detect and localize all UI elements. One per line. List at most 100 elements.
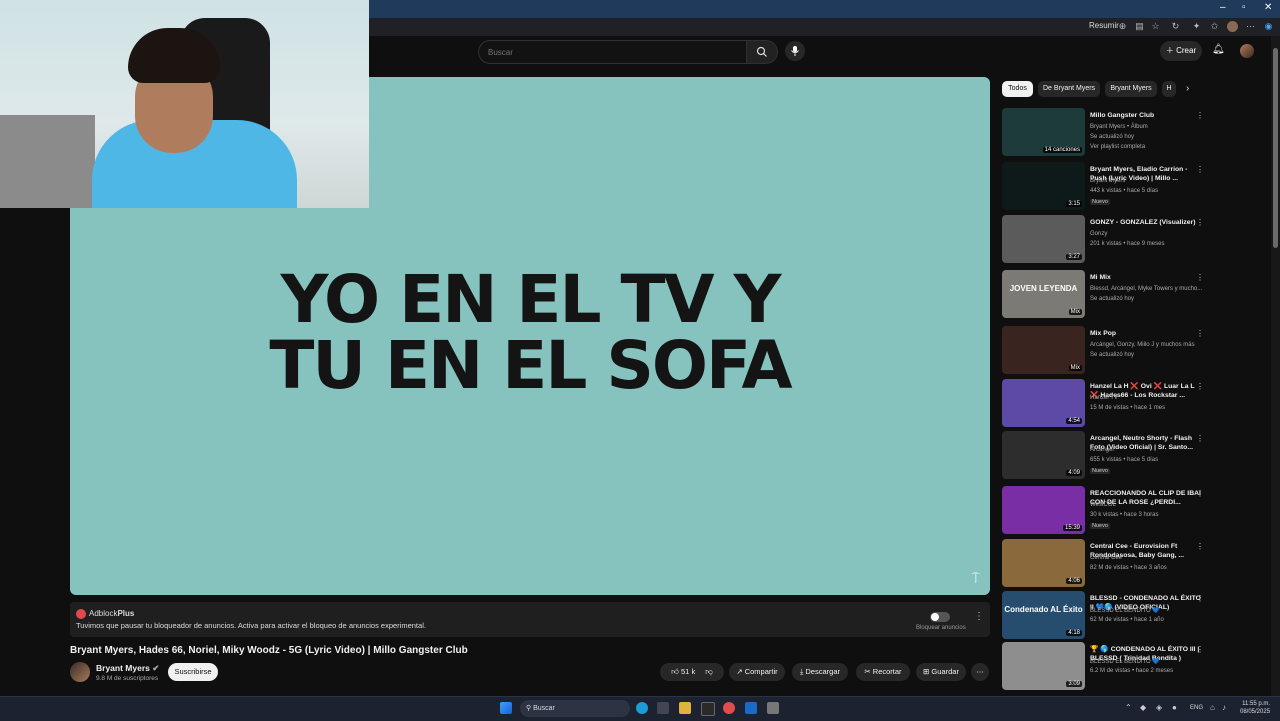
list-item[interactable]: JOVEN LEYENDA Mix Mi Mix Blessd, Arcángel, …: [1002, 270, 1212, 322]
steam-icon[interactable]: [745, 702, 757, 714]
item-more-icon[interactable]: ⋮: [1196, 329, 1204, 338]
share-button[interactable]: ↗ Compartir: [729, 663, 785, 681]
create-button[interactable]: ＋ Crear: [1160, 41, 1202, 61]
minimize-icon[interactable]: –: [1220, 2, 1226, 13]
download-button[interactable]: ⤓ Descargar: [792, 663, 848, 681]
video-thumbnail[interactable]: 3:27: [1002, 215, 1085, 263]
item-channel[interactable]: Central Cee: [1090, 555, 1122, 561]
chip-de-bryant-myers[interactable]: De Bryant Myers: [1038, 81, 1100, 97]
tray-mic-icon[interactable]: ●: [1172, 703, 1177, 712]
channel-name[interactable]: Bryant Myers ✔: [96, 663, 159, 674]
tray-shield-icon[interactable]: ◈: [1156, 703, 1162, 712]
taskbar-search[interactable]: ⚲ Buscar: [520, 700, 630, 717]
chevron-right-icon[interactable]: ›: [1186, 83, 1189, 94]
video-thumbnail[interactable]: 4:06: [1002, 539, 1085, 587]
view-full-playlist-link[interactable]: Ver playlist completa: [1090, 144, 1145, 150]
summarize-button[interactable]: Resumir: [1089, 21, 1119, 30]
list-item[interactable]: Condenado AL Éxito 4:18 BLESSD - CONDENADO…: [1002, 591, 1212, 643]
favorites-icon[interactable]: ✩: [1209, 21, 1220, 32]
item-title[interactable]: Mi Mix: [1090, 273, 1202, 282]
page-scrollbar[interactable]: [1271, 36, 1280, 696]
item-channel[interactable]: Hanzel TV: [1090, 395, 1118, 401]
item-channel[interactable]: BLESSD EL BENDITO 💙: [1090, 658, 1160, 665]
windows-start-icon[interactable]: [500, 702, 512, 714]
search-input[interactable]: [486, 47, 730, 58]
like-button[interactable]: 👍︎ 51 k: [671, 667, 695, 676]
channel-avatar[interactable]: [70, 662, 90, 682]
item-more-icon[interactable]: ⋮: [1196, 165, 1204, 174]
save-button[interactable]: ⊞ Guardar: [916, 663, 966, 681]
edge-icon[interactable]: [636, 702, 648, 714]
copilot-icon[interactable]: ◉: [1263, 21, 1274, 32]
list-item[interactable]: 3:09 🏆 🌎 CONDENADO AL ÉXITO III | BLESSD …: [1002, 642, 1212, 694]
clip-button[interactable]: ✂ Recortar: [856, 663, 910, 681]
close-icon[interactable]: ✕: [1264, 2, 1272, 13]
video-thumbnail[interactable]: Condenado AL Éxito 4:18: [1002, 591, 1085, 639]
item-more-icon[interactable]: ⋮: [1196, 594, 1204, 603]
translate-icon[interactable]: ⊕: [1117, 21, 1128, 32]
item-more-icon[interactable]: ⋮: [1196, 382, 1204, 391]
item-more-icon[interactable]: ⋮: [1196, 434, 1204, 443]
clock[interactable]: 11:55 p.m. 08/05/2025: [1240, 700, 1270, 716]
list-item[interactable]: 4:09 Arcangel, Neutro Shorty - Flash Foto…: [1002, 431, 1212, 483]
item-channel[interactable]: Bryant Myers • Álbum: [1090, 124, 1148, 130]
list-item[interactable]: 4:54 Hanzel La H ❌ Ovi ❌ Luar La L ❌ Hade…: [1002, 379, 1212, 431]
scrollbar-thumb[interactable]: [1273, 48, 1278, 248]
video-thumbnail[interactable]: 3:09: [1002, 642, 1085, 690]
tray-chevron-icon[interactable]: ⌃: [1125, 703, 1132, 712]
item-channel[interactable]: Gonzy: [1090, 231, 1107, 237]
item-more-icon[interactable]: ⋮: [1196, 645, 1204, 654]
list-item[interactable]: 14 canciones Millo Gangster Club Bryant My…: [1002, 108, 1212, 160]
list-item[interactable]: 15:39 REACCIONANDO AL CLIP DE IBAI CON DE…: [1002, 486, 1212, 538]
volume-icon[interactable]: ♪: [1222, 703, 1226, 712]
item-channel[interactable]: BLESSD EL BENDITO 💙: [1090, 607, 1160, 614]
file-explorer-icon[interactable]: [679, 702, 691, 714]
video-thumbnail[interactable]: 3:15: [1002, 162, 1085, 210]
item-more-icon[interactable]: ⋮: [1196, 542, 1204, 551]
task-view-icon[interactable]: [657, 702, 669, 714]
refresh-icon[interactable]: ↻: [1170, 21, 1181, 32]
chip-bryant-myers[interactable]: Bryant Myers: [1105, 81, 1157, 97]
list-item[interactable]: 3:27 GONZY - GONZALEZ (Visualizer) Gonzy 20…: [1002, 215, 1212, 267]
item-more-icon[interactable]: ⋮: [1196, 273, 1204, 282]
video-thumbnail[interactable]: 15:39: [1002, 486, 1085, 534]
item-title[interactable]: GONZY - GONZALEZ (Visualizer): [1090, 218, 1202, 227]
item-channel[interactable]: Arcángel, Gonzy, Miilo J y muchos más: [1090, 342, 1195, 348]
adblock-toggle[interactable]: [930, 612, 950, 622]
item-channel[interactable]: Arcangel: [1090, 447, 1114, 453]
account-avatar[interactable]: [1240, 44, 1254, 58]
dislike-button[interactable]: 👎︎: [705, 667, 713, 676]
star-icon[interactable]: ☆: [1150, 21, 1161, 32]
video-thumbnail[interactable]: 4:09: [1002, 431, 1085, 479]
item-channel[interactable]: Bryant Myers: [1090, 178, 1125, 184]
maximize-icon[interactable]: ▫: [1242, 2, 1246, 13]
chip-todos[interactable]: Todos: [1002, 81, 1033, 97]
app-icon[interactable]: [767, 702, 779, 714]
item-more-icon[interactable]: ⋮: [1196, 111, 1204, 120]
video-thumbnail[interactable]: Mix: [1002, 326, 1085, 374]
video-thumbnail[interactable]: 14 canciones: [1002, 108, 1085, 156]
chrome-icon[interactable]: [723, 702, 735, 714]
notifications-bell-icon[interactable]: 🔔︎: [1212, 44, 1225, 55]
more-actions-button[interactable]: ⋯: [971, 663, 989, 681]
video-thumbnail[interactable]: JOVEN LEYENDA Mix: [1002, 270, 1085, 318]
item-channel[interactable]: WestCOL: [1090, 502, 1116, 508]
item-title[interactable]: Millo Gangster Club: [1090, 111, 1202, 120]
tray-app-icon[interactable]: ◆: [1140, 703, 1146, 712]
search-button[interactable]: [746, 40, 778, 64]
profile-icon[interactable]: [1227, 21, 1238, 32]
item-title[interactable]: Mix Pop: [1090, 329, 1202, 338]
list-item[interactable]: Mix Mix Pop Arcángel, Gonzy, Miilo J y muc…: [1002, 326, 1212, 378]
menu-dots-icon[interactable]: ⋯: [1245, 21, 1256, 32]
voice-search-button[interactable]: [785, 41, 805, 61]
extension-icon[interactable]: ✦: [1191, 21, 1202, 32]
terminal-icon[interactable]: [701, 702, 715, 716]
chip-more[interactable]: H: [1162, 81, 1176, 97]
item-channel[interactable]: Blessd, Arcángel, Myke Towers y mucho...: [1090, 286, 1202, 292]
network-icon[interactable]: ⌂: [1210, 703, 1215, 712]
adblock-more-icon[interactable]: ⋮: [974, 611, 984, 622]
video-thumbnail[interactable]: 4:54: [1002, 379, 1085, 427]
subscribe-button[interactable]: Suscribirse: [168, 663, 218, 681]
item-more-icon[interactable]: ⋮: [1196, 489, 1204, 498]
list-item[interactable]: 3:15 Bryant Myers, Eladio Carrion - Push …: [1002, 162, 1212, 214]
